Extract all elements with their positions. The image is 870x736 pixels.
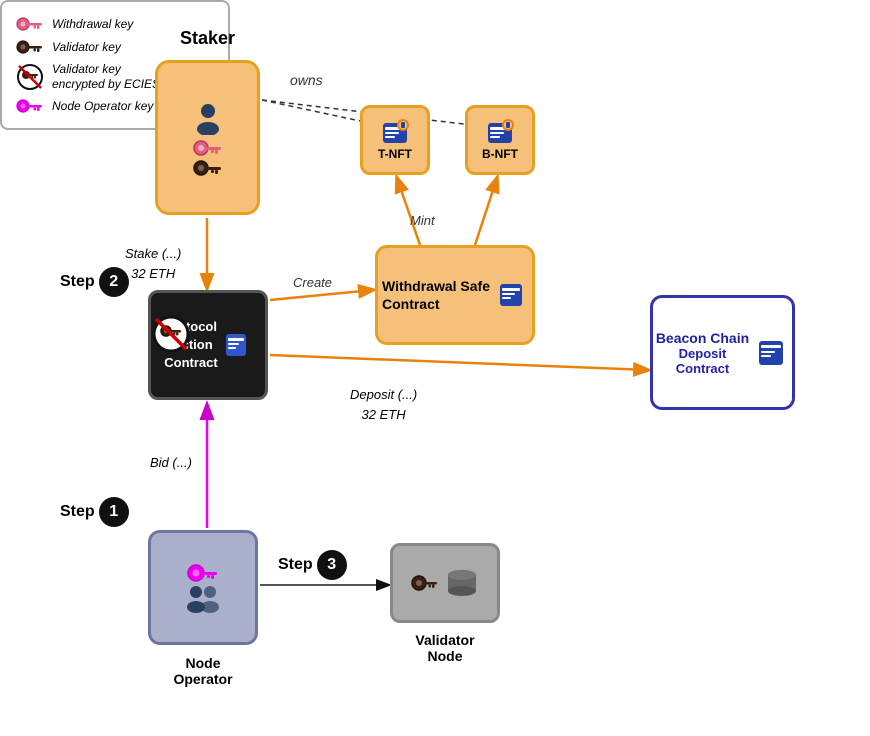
step2-label: Step xyxy=(60,273,95,291)
withdrawal-contract-label: Withdrawal SafeContract xyxy=(382,277,490,313)
deposit-label: Deposit (...) 32 ETH xyxy=(350,385,417,424)
beacon-deposit-box: Beacon Chain Deposit Contract xyxy=(650,295,795,410)
owns-label: owns xyxy=(290,72,323,88)
step3-container: Step 3 xyxy=(278,550,347,580)
step1-label: Step xyxy=(60,503,95,521)
withdrawal-contract-icon xyxy=(498,280,528,310)
legend-validator-key-icon xyxy=(16,39,44,55)
step3-label: Step xyxy=(278,556,313,574)
step2-container: Step 2 xyxy=(60,267,129,297)
staker-title: Staker xyxy=(155,28,260,49)
bnft-icon xyxy=(485,119,515,147)
bnft-box: B-NFT xyxy=(465,105,535,175)
node-operator-label: NodeOperator xyxy=(148,655,258,687)
beacon-contract-icon xyxy=(757,337,789,369)
diagram: Staker xyxy=(0,0,870,736)
tnft-icon xyxy=(380,119,410,147)
validator-key-icon xyxy=(411,574,439,592)
database-icon xyxy=(445,568,479,598)
tnft-label: T-NFT xyxy=(378,147,412,161)
legend-forbidden-icon xyxy=(16,63,44,91)
create-label: Create xyxy=(293,275,332,290)
step1-circle: 1 xyxy=(99,497,129,527)
beacon-line2: Deposit xyxy=(656,346,749,361)
protocol-contract-icon xyxy=(224,331,252,359)
step3-circle: 3 xyxy=(317,550,347,580)
withdrawal-safe-box: Withdrawal SafeContract xyxy=(375,245,535,345)
legend-encrypted-label: Validator keyencrypted by ECIES xyxy=(52,62,160,91)
validator-key-small-icon xyxy=(193,159,223,177)
legend-validator-label: Validator key xyxy=(52,40,121,54)
beacon-title: Beacon Chain xyxy=(656,330,749,346)
legend-withdrawal-label: Withdrawal key xyxy=(52,17,133,31)
bid-label: Bid (...) xyxy=(150,455,192,470)
staker-box xyxy=(155,60,260,215)
mint-label: Mint xyxy=(410,213,435,228)
node-operator-box xyxy=(148,530,258,645)
node-op-key-icon xyxy=(187,563,219,583)
person-icon xyxy=(190,99,226,135)
bnft-label: B-NFT xyxy=(482,147,518,161)
withdrawal-key-small-icon xyxy=(193,139,223,157)
node-op-person-icon xyxy=(181,583,225,613)
step1-container: Step 1 xyxy=(60,497,129,527)
validator-node-box xyxy=(390,543,500,623)
beacon-line3: Contract xyxy=(656,361,749,376)
validator-node-label: ValidatorNode xyxy=(390,632,500,664)
legend-withdrawal-key-icon xyxy=(16,16,44,32)
legend-node-op-label: Node Operator key xyxy=(52,99,153,113)
forbidden-icon xyxy=(152,315,190,353)
stake-label: Stake (...) 32 ETH xyxy=(125,244,181,283)
tnft-box: T-NFT xyxy=(360,105,430,175)
legend-node-op-key-icon xyxy=(16,98,44,114)
